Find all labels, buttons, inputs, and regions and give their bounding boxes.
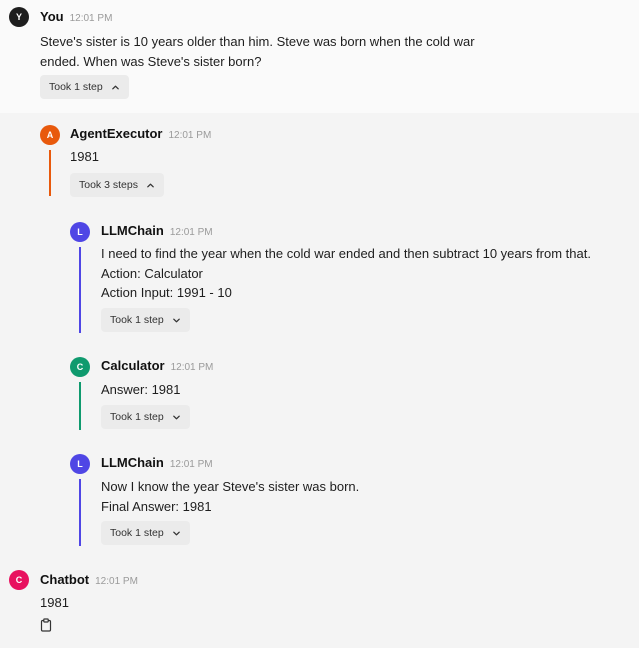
- calculator-avatar: C: [70, 357, 90, 377]
- message-time: 12:01 PM: [168, 130, 212, 141]
- message-time: 12:01 PM: [170, 362, 214, 373]
- chevron-up-icon: [147, 183, 154, 187]
- author-name: LLMChain: [101, 455, 164, 470]
- steps-label: Took 1 step: [110, 314, 164, 326]
- toggle-steps-button[interactable]: Took 3 steps: [70, 173, 164, 197]
- message-text: 1981: [70, 149, 99, 164]
- llm-avatar: L: [70, 454, 90, 474]
- author-name: Chatbot: [40, 572, 90, 587]
- chevron-down-icon: [172, 415, 180, 419]
- llm-thread-line: [79, 479, 81, 546]
- message-author: Calculator 12:01 PM: [101, 358, 213, 373]
- steps-label: Took 1 step: [49, 81, 103, 93]
- message-line: Action Input: 1991 - 10: [101, 285, 232, 300]
- message-text: Now I know the year Steve's sister was b…: [101, 477, 359, 516]
- chevron-down-icon: [172, 531, 180, 535]
- calculator-thread-line: [79, 382, 81, 430]
- message-text: Steve's sister is 10 years older than hi…: [40, 32, 475, 71]
- message-author: You 12:01 PM: [40, 9, 112, 24]
- toggle-steps-button[interactable]: Took 1 step: [101, 308, 190, 332]
- message-time: 12:01 PM: [95, 576, 138, 587]
- message-text: I need to find the year when the cold wa…: [101, 244, 591, 303]
- toggle-steps-button[interactable]: Took 1 step: [101, 521, 190, 545]
- chevron-up-icon: [111, 85, 119, 89]
- message-author: Chatbot 12:01 PM: [40, 572, 138, 587]
- message-time: 12:01 PM: [169, 227, 213, 238]
- message-line: Steve's sister is 10 years older than hi…: [40, 34, 475, 49]
- llm-thread-line: [79, 247, 81, 333]
- toggle-steps-button[interactable]: Took 1 step: [40, 75, 129, 99]
- chevron-down-icon: [172, 318, 180, 322]
- llm-avatar: L: [70, 222, 90, 242]
- message-line: Action: Calculator: [101, 265, 203, 281]
- message-time: 12:01 PM: [69, 13, 113, 24]
- message-line: I need to find the year when the cold wa…: [101, 246, 591, 261]
- user-message: Y You 12:01 PM Steve's sister is 10 years…: [0, 0, 639, 113]
- message-author: LLMChain 12:01 PM: [101, 455, 213, 470]
- message-author: AgentExecutor 12:01 PM: [70, 126, 211, 141]
- user-avatar: Y: [9, 7, 29, 27]
- message-line: Now I know the year Steve's sister was b…: [101, 479, 360, 494]
- toggle-steps-button[interactable]: Took 1 step: [101, 405, 190, 429]
- author-name: LLMChain: [101, 223, 164, 238]
- chatbot-avatar: C: [9, 570, 29, 590]
- steps-label: Took 1 step: [110, 411, 164, 423]
- steps-label: Took 1 step: [110, 527, 164, 539]
- message-time: 12:01 PM: [169, 459, 213, 470]
- author-name: AgentExecutor: [70, 126, 163, 141]
- message-line: ended. When was Steve's sister born?: [40, 53, 262, 69]
- message-line: Final Answer: 1981: [101, 498, 212, 514]
- agent-thread-line: [49, 150, 51, 196]
- steps-label: Took 3 steps: [79, 179, 138, 191]
- agent-avatar: A: [40, 125, 60, 145]
- message-author: LLMChain 12:01 PM: [101, 223, 213, 238]
- message-text: Answer: 1981: [101, 382, 181, 397]
- clipboard-icon[interactable]: [39, 618, 53, 632]
- author-name: You: [40, 9, 64, 24]
- message-text: 1981: [40, 595, 69, 610]
- author-name: Calculator: [101, 358, 165, 373]
